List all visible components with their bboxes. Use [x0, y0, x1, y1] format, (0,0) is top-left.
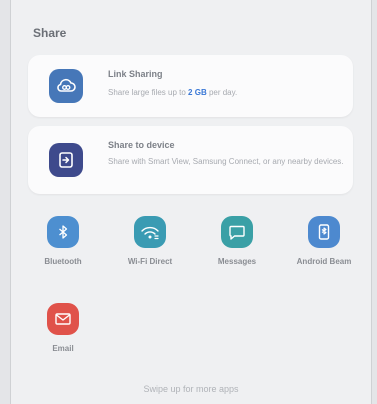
link-sharing-desc-prefix: Share large files up to — [108, 88, 189, 97]
share-to-device-card[interactable]: Share to device Share with Smart View, S… — [28, 126, 353, 194]
cloud-link-icon — [49, 69, 83, 103]
app-android-beam[interactable]: Android Beam — [288, 216, 360, 266]
app-wifi-direct[interactable]: Wi-Fi Direct — [114, 216, 186, 266]
app-label: Email — [52, 344, 74, 353]
share-to-device-title: Share to device — [108, 140, 175, 150]
share-sheet: Share Link Sharing Share large files up … — [10, 0, 372, 404]
link-sharing-limit: 2 GB — [188, 88, 207, 97]
bluetooth-icon — [47, 216, 79, 248]
app-label: Android Beam — [296, 257, 352, 266]
app-messages[interactable]: Messages — [201, 216, 273, 266]
app-label: Wi-Fi Direct — [127, 257, 173, 266]
link-sharing-title: Link Sharing — [108, 69, 163, 79]
swipe-up-hint: Swipe up for more apps — [143, 384, 239, 394]
link-sharing-desc: Share large files up to 2 GB per day. — [108, 87, 348, 99]
android-beam-icon — [308, 216, 340, 248]
wifi-direct-icon — [134, 216, 166, 248]
screen-share-icon — [49, 143, 83, 177]
app-label: Messages — [217, 257, 257, 266]
email-icon — [47, 303, 79, 335]
link-sharing-desc-suffix: per day. — [206, 88, 238, 97]
app-label: Bluetooth — [44, 257, 82, 266]
sheet-title: Share — [33, 26, 67, 40]
share-to-device-desc: Share with Smart View, Samsung Connect, … — [108, 157, 344, 166]
link-sharing-card[interactable]: Link Sharing Share large files up to 2 G… — [28, 55, 353, 117]
app-email[interactable]: Email — [27, 303, 99, 353]
message-icon — [221, 216, 253, 248]
app-bluetooth[interactable]: Bluetooth — [27, 216, 99, 266]
